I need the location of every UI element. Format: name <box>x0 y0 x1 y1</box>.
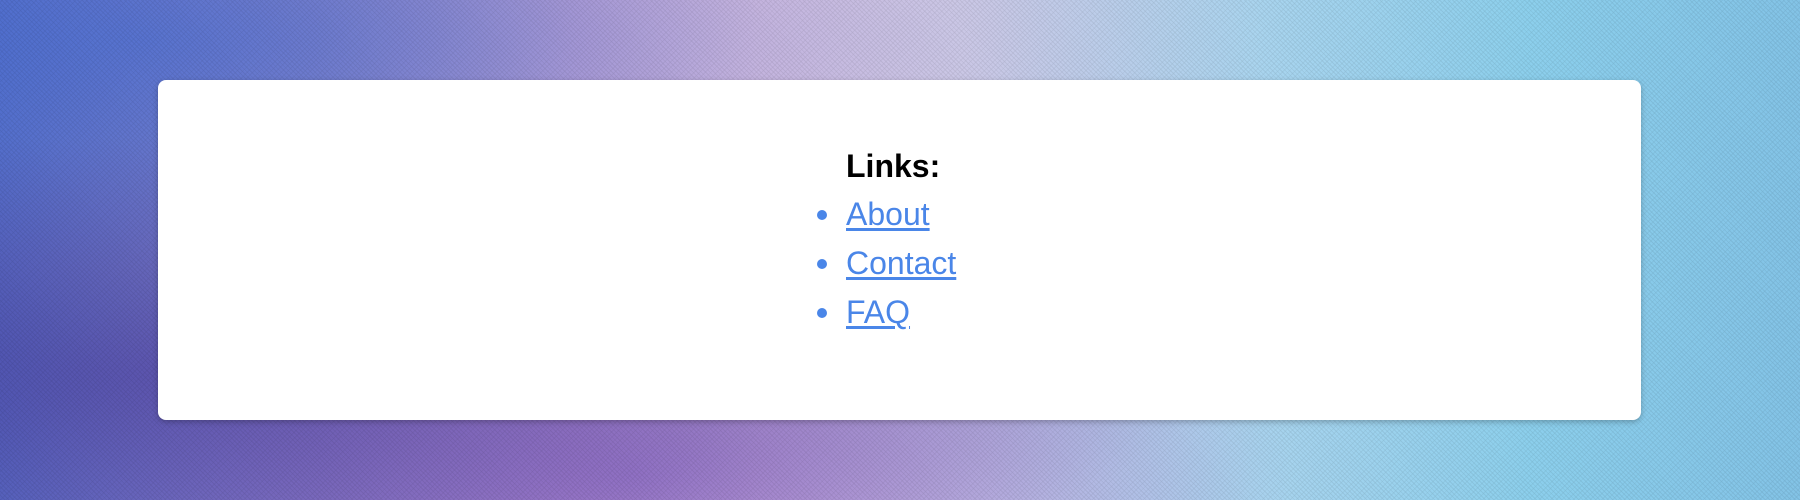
bullet-icon <box>817 210 827 220</box>
list-item: Contact <box>817 243 956 292</box>
links-section: Links: About Contact FAQ <box>817 146 956 341</box>
bullet-icon <box>817 259 827 269</box>
about-link[interactable]: About <box>846 196 930 232</box>
list-item: About <box>817 194 956 243</box>
list-item: FAQ <box>817 292 956 341</box>
faq-link[interactable]: FAQ <box>846 294 910 330</box>
links-list: About Contact FAQ <box>817 194 956 341</box>
contact-link[interactable]: Contact <box>846 245 956 281</box>
links-heading: Links: <box>846 148 941 184</box>
bullet-icon <box>817 308 827 318</box>
